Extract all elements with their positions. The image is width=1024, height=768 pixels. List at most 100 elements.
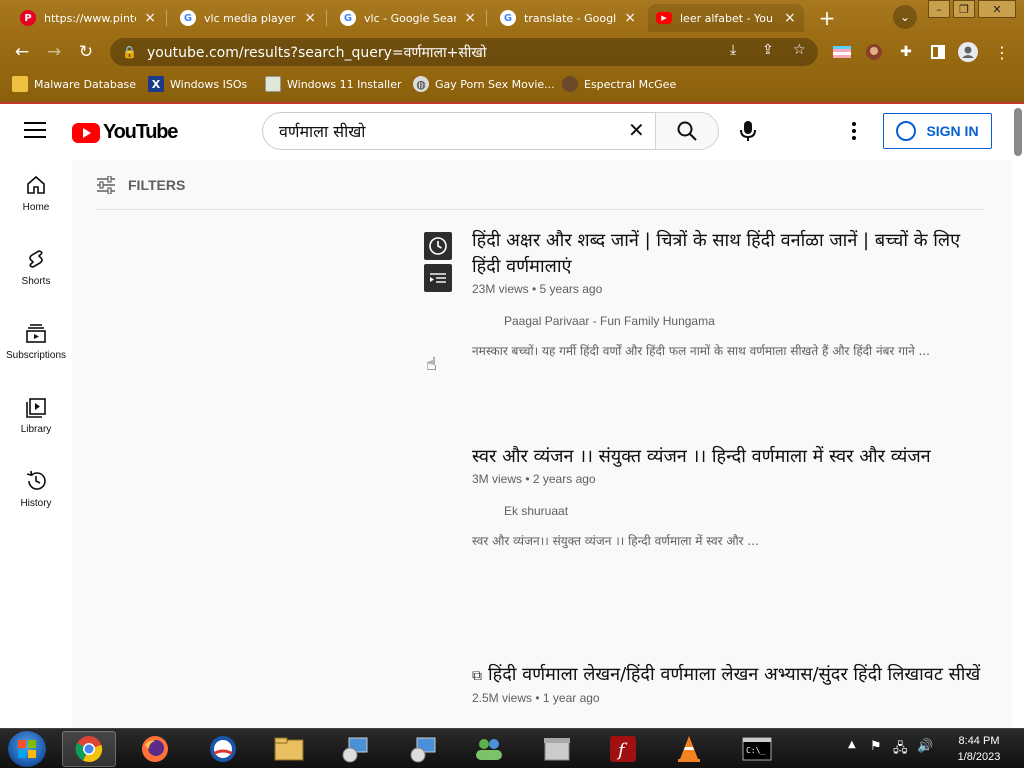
close-tab-icon[interactable]: ×: [464, 10, 476, 26]
search-icon: [677, 121, 697, 141]
taskbar-campaign-app[interactable]: [196, 731, 250, 767]
profile-extension-icon[interactable]: [864, 42, 884, 62]
guide-item-shorts[interactable]: Shorts: [0, 234, 72, 308]
close-tab-icon[interactable]: ×: [624, 10, 636, 26]
tab-strip: P https://www.pinte × G vlc media player…: [0, 0, 1024, 34]
bookmark-espectral-mcgee[interactable]: Espectral McGee: [562, 75, 676, 93]
tab-translate[interactable]: G translate - Google ×: [492, 4, 644, 32]
install-app-icon[interactable]: ⤓: [730, 42, 736, 58]
chrome-icon: [75, 736, 103, 763]
taskbar-flash[interactable]: f: [596, 731, 650, 767]
taskbar-archive[interactable]: [530, 731, 584, 767]
tab-youtube-active[interactable]: ▶ leer alfabet - You ×: [648, 4, 804, 32]
close-tab-icon[interactable]: ×: [144, 10, 156, 26]
taskbar-command-prompt[interactable]: C:\_: [730, 731, 784, 767]
video-result[interactable]: स्वर और व्यंजन ।। संयुक्त व्यंजन ।। हिन्…: [472, 444, 992, 549]
google-icon: G: [180, 10, 196, 26]
reload-icon[interactable]: ↻: [74, 40, 98, 64]
lock-icon: 🔒: [122, 45, 137, 59]
channel-name[interactable]: Paagal Parivaar - Fun Family Hungama: [504, 314, 992, 328]
voice-search-button[interactable]: [729, 112, 767, 150]
taskbar-setup[interactable]: [396, 731, 450, 767]
bookmark-malware-database[interactable]: Malware Database: [12, 75, 136, 93]
video-result[interactable]: ⧉ हिंदी वर्णमाला लेखन/हिंदी वर्णमाला लेखन…: [472, 662, 992, 705]
taskbar-vlc[interactable]: [662, 731, 716, 767]
filter-sliders-icon: [97, 175, 115, 194]
network-icon[interactable]: 🖧: [893, 739, 908, 761]
circle-logo-icon: [210, 736, 236, 762]
close-tab-icon[interactable]: ×: [304, 10, 316, 26]
taskbar-file-explorer[interactable]: [262, 731, 316, 767]
taskbar-users[interactable]: [462, 731, 516, 767]
taskbar-firefox[interactable]: [128, 731, 182, 767]
bookmark-windows-11-installer[interactable]: Windows 11 Installer: [265, 75, 402, 93]
video-meta: 2.5M views • 1 year ago: [472, 691, 600, 705]
tab-separator: [486, 10, 487, 26]
watch-later-button[interactable]: [424, 232, 452, 260]
bookmark-star-icon[interactable]: ☆: [793, 42, 806, 58]
address-bar[interactable]: 🔒 youtube.com/results?search_query=वर्णम…: [110, 38, 818, 66]
search-input[interactable]: वर्णमाला सीखो: [262, 112, 656, 150]
back-arrow-icon[interactable]: ←: [10, 40, 34, 64]
scrollbar-thumb[interactable]: [1014, 108, 1022, 156]
hand-cursor-icon: ☝: [426, 354, 437, 375]
hamburger-menu-icon[interactable]: [24, 122, 46, 140]
side-panel-icon[interactable]: [928, 42, 948, 62]
video-result[interactable]: हिंदी अक्षर और शब्द जानें | चित्रों के स…: [472, 228, 992, 359]
tab-vlc-google-search[interactable]: G vlc - Google Searc ×: [332, 4, 484, 32]
add-to-queue-button[interactable]: [424, 264, 452, 292]
bookmark-windows-isos[interactable]: X Windows ISOs: [148, 75, 247, 93]
page-scrollbar[interactable]: [1012, 104, 1024, 728]
tab-vlc-media-player[interactable]: G vlc media player d ×: [172, 4, 324, 32]
show-hidden-icons[interactable]: ▲: [848, 739, 856, 750]
action-center-flag-icon[interactable]: ⚑: [870, 739, 882, 754]
youtube-icon: ▶: [656, 12, 672, 24]
computer-disc-icon: [410, 737, 436, 763]
guide-item-history[interactable]: History: [0, 456, 72, 530]
start-button[interactable]: [8, 731, 46, 767]
settings-more-icon[interactable]: [846, 120, 862, 142]
volume-icon[interactable]: 🔊: [917, 739, 933, 754]
filters-button[interactable]: FILTERS: [96, 160, 984, 210]
bookmark-gay-porn-sex-movie[interactable]: ◍ Gay Porn Sex Movie...: [413, 75, 555, 93]
tab-pinterest[interactable]: P https://www.pinte ×: [12, 4, 164, 32]
share-icon[interactable]: ⇪: [762, 42, 774, 58]
browser-toolbar: ← → ↻ 🔒 youtube.com/results?search_query…: [0, 36, 1024, 68]
video-title[interactable]: ⧉ हिंदी वर्णमाला लेखन/हिंदी वर्णमाला लेखन…: [472, 662, 992, 689]
forward-arrow-icon[interactable]: →: [42, 40, 66, 64]
masthead: YouTube वर्णमाला सीखो ✕ SIGN IN: [0, 104, 1012, 160]
youtube-play-icon: [72, 122, 100, 143]
translate-icon: ⧉: [472, 668, 482, 684]
home-icon: [27, 175, 45, 194]
maximize-button[interactable]: ❐: [953, 0, 975, 18]
tab-search-icon[interactable]: ⌄: [893, 5, 917, 29]
clear-search-icon[interactable]: ✕: [628, 120, 645, 140]
minimize-button[interactable]: –: [928, 0, 950, 18]
account-avatar-icon[interactable]: [958, 42, 978, 62]
extensions-puzzle-icon[interactable]: ✚: [896, 42, 916, 62]
guide-item-subscriptions[interactable]: Subscriptions: [0, 308, 72, 382]
folder-icon: [274, 737, 304, 761]
chrome-menu-icon[interactable]: ⋮: [992, 42, 1012, 62]
taskbar-network-installer[interactable]: [328, 731, 382, 767]
flag-extension-icon[interactable]: [832, 42, 852, 62]
url-text: youtube.com/results?search_query=वर्णमाल…: [146, 44, 487, 61]
video-title[interactable]: हिंदी अक्षर और शब्द जानें | चित्रों के स…: [472, 228, 992, 280]
system-clock[interactable]: 8:44 PM 1/8/2023: [942, 733, 1016, 765]
queue-icon: [430, 273, 446, 283]
terminal-icon: C:\_: [742, 737, 772, 761]
video-meta: 23M views • 5 years ago: [472, 282, 603, 296]
close-window-button[interactable]: ✕: [978, 0, 1016, 18]
search-button[interactable]: [655, 112, 719, 150]
new-tab-button[interactable]: +: [815, 6, 839, 30]
sign-in-button[interactable]: SIGN IN: [883, 113, 992, 149]
channel-name[interactable]: Ek shuruaat: [504, 504, 992, 518]
guide-item-library[interactable]: Library: [0, 382, 72, 456]
close-tab-icon[interactable]: ×: [784, 10, 796, 26]
taskbar-chrome[interactable]: [62, 731, 116, 767]
guide-item-home[interactable]: Home: [0, 160, 72, 234]
video-title[interactable]: स्वर और व्यंजन ।। संयुक्त व्यंजन ।। हिन्…: [472, 444, 992, 470]
windows-logo-icon: [18, 740, 36, 758]
youtube-logo[interactable]: YouTube: [72, 121, 178, 144]
history-icon: [26, 470, 46, 490]
